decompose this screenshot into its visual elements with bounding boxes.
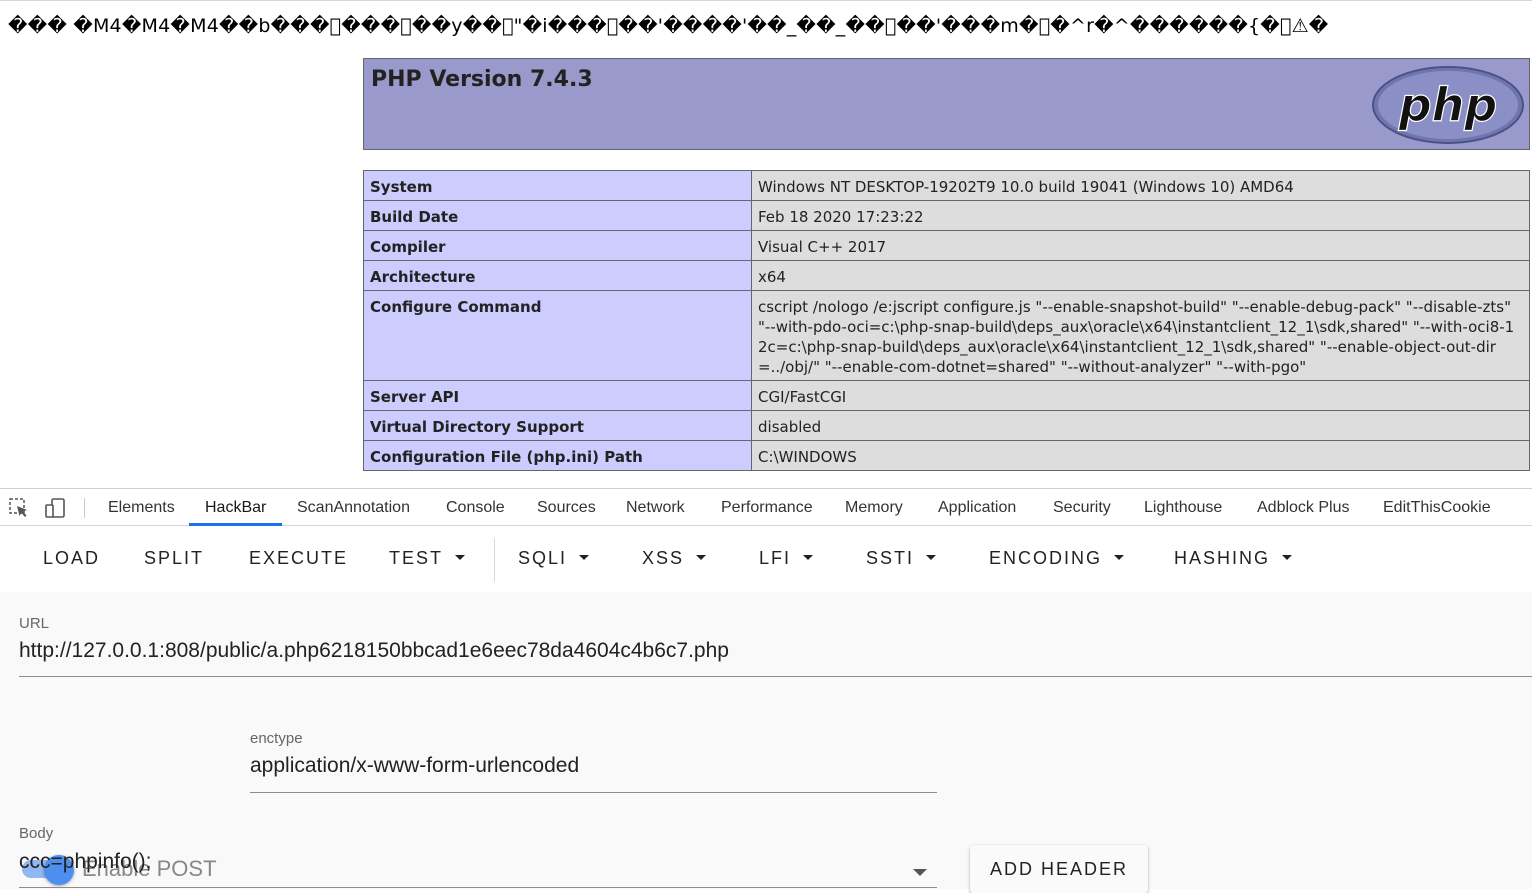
xss-menu-button[interactable]: XSS [642,548,707,569]
php-logo: php [1372,66,1524,144]
info-key: Server API [363,380,752,411]
info-value: cscript /nologo /e:jscript configure.js … [751,290,1530,381]
chevron-down-icon [1282,554,1293,560]
chevron-down-icon [455,554,466,560]
php-logo-text: php [1398,78,1498,132]
toolbar-divider [84,498,85,518]
url-input-underline [19,676,1532,677]
info-key: Compiler [363,230,752,261]
info-row: Configure Command cscript /nologo /e:jscr… [363,290,1530,381]
encoding-menu-button[interactable]: ENCODING [989,548,1125,569]
tab-memory[interactable]: Memory [829,489,919,526]
tab-security[interactable]: Security [1037,489,1127,526]
info-value: Feb 18 2020 17:23:22 [751,200,1530,231]
info-key: Build Date [363,200,752,231]
info-row: System Windows NT DESKTOP-19202T9 10.0 bu… [363,170,1530,201]
info-key: Configure Command [363,290,752,381]
info-key: Configuration File (php.ini) Path [363,440,752,471]
ssti-menu-label: SSTI [866,548,915,568]
php-info-header: PHP Version 7.4.3 php [363,58,1530,150]
info-value: C:\WINDOWS [751,440,1530,471]
ssti-menu-button[interactable]: SSTI [866,548,937,569]
chevron-down-icon [579,554,590,560]
hashing-menu-button[interactable]: HASHING [1174,548,1293,569]
split-button-label: SPLIT [144,548,205,568]
info-row: Build Date Feb 18 2020 17:23:22 [363,200,1530,231]
body-input-underline [19,887,937,888]
execute-button-label: EXECUTE [249,548,349,568]
tab-performance[interactable]: Performance [705,489,829,526]
url-input[interactable]: http://127.0.0.1:808/public/a.php6218150… [19,639,729,663]
garbled-output-text: ��� �M4�M4�M4��b��� ��� ��y�� "�i��� ��'… [8,15,1329,37]
info-row: Virtual Directory Support disabled [363,410,1530,441]
encoding-menu-label: ENCODING [989,548,1103,568]
php-info-table: System Windows NT DESKTOP-19202T9 10.0 bu… [363,170,1530,471]
chevron-down-icon [1114,554,1125,560]
tab-console[interactable]: Console [430,489,521,526]
execute-button[interactable]: EXECUTE [249,548,348,569]
info-value: CGI/FastCGI [751,380,1530,411]
xss-menu-label: XSS [642,548,685,568]
enctype-underline [250,792,937,793]
lfi-menu-button[interactable]: LFI [759,548,814,569]
tab-editthiscookie[interactable]: EditThisCookie [1367,489,1507,526]
chevron-down-icon[interactable] [913,869,927,876]
info-row: Architecture x64 [363,260,1530,291]
tab-sources[interactable]: Sources [521,489,612,526]
hackbar-toolbar: LOAD SPLIT EXECUTE TEST SQLI XSS LFI SST… [0,526,1532,592]
info-key: Architecture [363,260,752,291]
info-value: Windows NT DESKTOP-19202T9 10.0 build 19… [751,170,1530,201]
enctype-select[interactable]: application/x-www-form-urlencoded [250,754,579,778]
info-value: Visual C++ 2017 [751,230,1530,261]
devtools-panel: Elements HackBar ScanAnnotation Console Sour… [0,488,1532,893]
tab-scanannotation[interactable]: ScanAnnotation [281,489,426,526]
toolbar-divider [494,538,495,582]
lfi-menu-label: LFI [759,548,792,568]
tab-hackbar[interactable]: HackBar [189,489,283,526]
tab-elements[interactable]: Elements [92,489,191,526]
info-key: Virtual Directory Support [363,410,752,441]
tab-application[interactable]: Application [922,489,1032,526]
hackbar-form: URL http://127.0.0.1:808/public/a.php621… [0,592,1532,893]
tab-adblock-plus[interactable]: Adblock Plus [1241,489,1366,526]
test-menu-label: TEST [389,548,444,568]
load-button[interactable]: LOAD [43,548,100,569]
enctype-label: enctype [250,730,303,747]
tab-lighthouse[interactable]: Lighthouse [1128,489,1238,526]
browser-page: ��� �M4�M4�M4��b��� ��� ��y�� "�i��� ��'… [0,0,1532,488]
inspect-element-icon[interactable] [8,497,30,519]
split-button[interactable]: SPLIT [144,548,204,569]
info-key: System [363,170,752,201]
info-value: x64 [751,260,1530,291]
info-row: Compiler Visual C++ 2017 [363,230,1530,261]
load-button-label: LOAD [43,548,101,568]
chevron-down-icon [926,554,937,560]
sqli-menu-label: SQLI [518,548,568,568]
url-field-label: URL [19,615,50,632]
test-menu-button[interactable]: TEST [389,548,466,569]
sqli-menu-button[interactable]: SQLI [518,548,590,569]
hashing-menu-label: HASHING [1174,548,1271,568]
tab-network[interactable]: Network [610,489,701,526]
body-input[interactable]: ccc=phpinfo(); [19,850,151,874]
device-toggle-icon[interactable] [44,497,66,519]
info-value: disabled [751,410,1530,441]
body-field-label: Body [19,825,54,842]
info-row: Server API CGI/FastCGI [363,380,1530,411]
chevron-down-icon [696,554,707,560]
chevron-down-icon [803,554,814,560]
add-header-button[interactable]: ADD HEADER [970,845,1148,893]
php-version-title: PHP Version 7.4.3 [371,67,593,92]
devtools-tab-bar: Elements HackBar ScanAnnotation Console Sour… [0,488,1532,526]
info-row: Configuration File (php.ini) Path C:\WIND… [363,440,1530,471]
